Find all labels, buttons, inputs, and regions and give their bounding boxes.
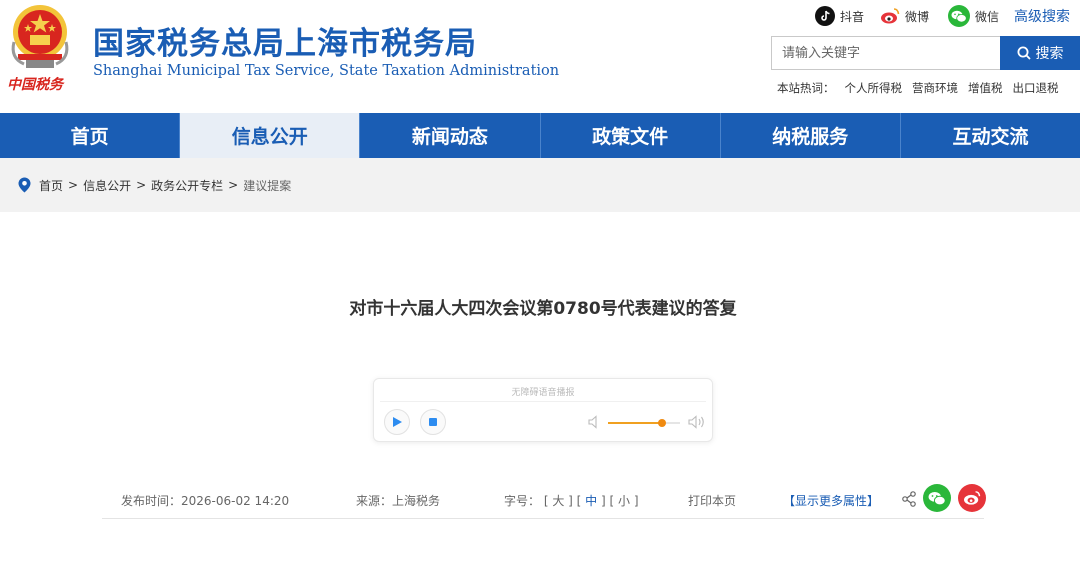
douyin-link[interactable]: 抖音 xyxy=(815,5,864,27)
hot-words-label: 本站热词： xyxy=(777,81,835,95)
breadcrumb-separator: > xyxy=(228,178,239,192)
search-input[interactable] xyxy=(771,36,1000,70)
wechat-icon xyxy=(928,491,946,505)
emblem-caption: 中国税务 xyxy=(7,77,63,93)
weixin-link[interactable]: 微信 xyxy=(948,5,999,27)
site-subtitle: Shanghai Municipal Tax Service, State Ta… xyxy=(93,63,560,79)
hot-word[interactable]: 个人所得税 xyxy=(845,80,903,96)
breadcrumb-separator: > xyxy=(68,178,79,192)
player-label: 无障碍语音播报 xyxy=(511,388,575,398)
article-meta: 发布时间：2026-06-02 14:20 来源：上海税务 字号： [ 大 ] … xyxy=(0,482,1080,518)
breadcrumb-link[interactable]: 首页 xyxy=(39,177,63,194)
nav-item-info-disclosure[interactable]: 信息公开 xyxy=(180,113,361,158)
share-wechat-button[interactable] xyxy=(923,484,951,512)
show-more-attributes-link[interactable]: 【显示更多属性】 xyxy=(783,492,879,509)
hot-word[interactable]: 营商环境 xyxy=(912,80,958,96)
font-size-small[interactable]: 小 xyxy=(618,494,630,508)
article-title: 对市十六届人大四次会议第0780号代表建议的答复 xyxy=(349,299,737,319)
audio-player: 无障碍语音播报 xyxy=(373,378,713,442)
nav-item-interaction[interactable]: 互动交流 xyxy=(901,113,1080,158)
weixin-label: 微信 xyxy=(975,9,1000,24)
breadcrumb-link[interactable]: 政务公开专栏 xyxy=(151,177,223,194)
search-button-label: 搜索 xyxy=(1035,46,1064,62)
stop-icon xyxy=(429,418,437,426)
douyin-label: 抖音 xyxy=(840,9,865,24)
site-header: 中国税务 国家税务总局上海市税务局 Shanghai Municipal Tax… xyxy=(0,0,1080,113)
nav-item-home[interactable]: 首页 xyxy=(0,113,181,158)
print-link[interactable]: 打印本页 xyxy=(688,492,736,509)
volume-slider[interactable] xyxy=(608,419,680,427)
volume-high-icon[interactable] xyxy=(688,415,706,429)
hot-words: 本站热词： 个人所得税 营商环境 增值税 出口退税 xyxy=(777,80,1059,96)
font-size-large[interactable]: 大 xyxy=(552,494,564,508)
play-icon xyxy=(393,417,402,427)
advanced-search-link[interactable]: 高级搜索 xyxy=(1014,6,1070,26)
hot-word[interactable]: 增值税 xyxy=(968,80,1003,96)
publish-date: 发布时间：2026-06-02 14:20 xyxy=(121,494,290,508)
search-button[interactable]: 搜索 xyxy=(1000,36,1080,70)
article-source: 来源：上海税务 xyxy=(356,494,441,508)
weibo-label: 微博 xyxy=(905,9,930,24)
meta-divider xyxy=(102,518,984,519)
font-size-controls: 字号： [ 大 ] [ 中 ] [ 小 ] xyxy=(504,494,639,508)
breadcrumb: 首页 > 信息公开 > 政务公开专栏 > 建议提案 xyxy=(0,158,1080,212)
breadcrumb-separator: > xyxy=(136,178,147,192)
main-nav: 首页 信息公开 新闻动态 政策文件 纳税服务 互动交流 xyxy=(0,113,1080,158)
share-icon[interactable] xyxy=(901,491,917,507)
weibo-icon xyxy=(880,6,900,26)
font-size-medium[interactable]: 中 xyxy=(585,494,597,508)
share-weibo-button[interactable] xyxy=(958,484,986,512)
douyin-icon xyxy=(815,6,835,26)
breadcrumb-current: 建议提案 xyxy=(243,178,292,193)
weibo-link[interactable]: 微博 xyxy=(880,5,929,27)
weibo-icon xyxy=(964,491,981,505)
stop-button[interactable] xyxy=(420,409,446,435)
font-size-label: 字号： xyxy=(504,494,541,508)
volume-knob[interactable] xyxy=(658,419,666,427)
nav-item-news[interactable]: 新闻动态 xyxy=(360,113,541,158)
player-divider xyxy=(380,401,706,402)
location-pin-icon xyxy=(18,177,31,193)
site-title[interactable]: 国家税务总局上海市税务局 xyxy=(93,18,477,63)
weixin-icon xyxy=(948,5,970,27)
hot-word[interactable]: 出口退税 xyxy=(1013,80,1059,96)
nav-item-policy[interactable]: 政策文件 xyxy=(541,113,721,158)
volume-low-icon[interactable] xyxy=(588,415,600,429)
search-icon xyxy=(1017,46,1031,60)
breadcrumb-link[interactable]: 信息公开 xyxy=(83,177,131,194)
play-button[interactable] xyxy=(384,409,410,435)
volume-fill xyxy=(608,422,662,424)
nav-item-tax-service[interactable]: 纳税服务 xyxy=(721,113,901,158)
